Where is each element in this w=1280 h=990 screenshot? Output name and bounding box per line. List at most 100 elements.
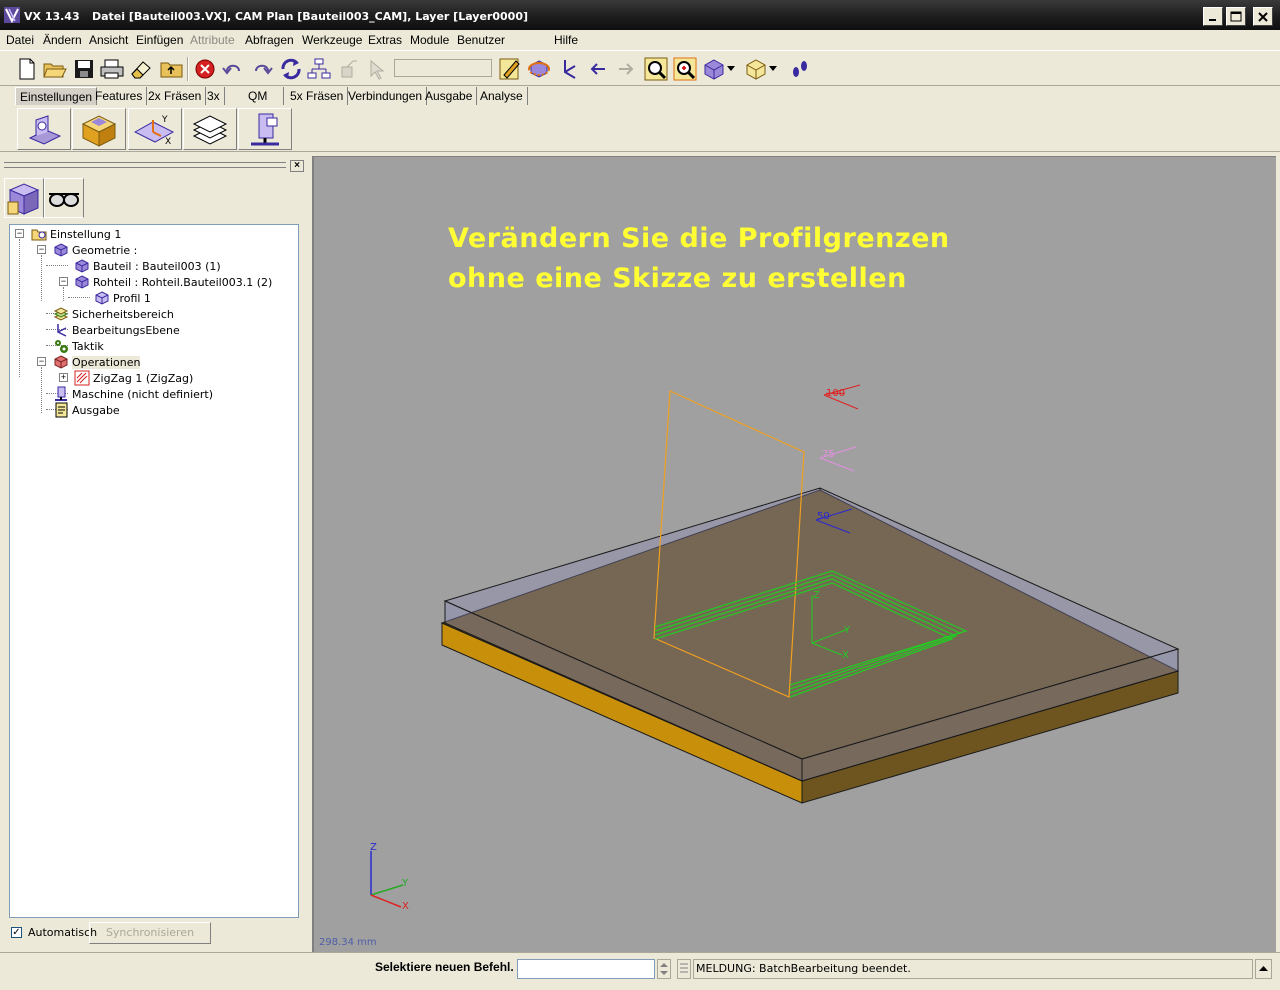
tree-node-operationen[interactable]: Operationen	[53, 354, 141, 370]
message-log-button[interactable]	[677, 959, 691, 979]
local-axis-x-label: X	[842, 650, 849, 661]
sketch-button[interactable]	[498, 57, 522, 81]
minimize-icon	[1209, 19, 1216, 21]
wireframe-dropdown[interactable]	[768, 57, 778, 81]
cancel-button[interactable]	[193, 57, 217, 81]
tab-2x-fraesen[interactable]: 2x Fräsen	[144, 87, 207, 105]
printer-icon	[100, 59, 124, 79]
expand-toggle[interactable]: −	[15, 229, 24, 238]
menu-abfragen[interactable]: Abfragen	[245, 33, 294, 47]
message-scroll-button[interactable]	[1255, 959, 1272, 979]
folder-up-icon	[160, 62, 183, 78]
tab-5x-fraesen[interactable]: 5x Fräsen	[286, 87, 349, 105]
maximize-button[interactable]	[1226, 7, 1246, 26]
tab-analyse[interactable]: Analyse	[476, 87, 528, 105]
tree-node-profil[interactable]: Profil 1	[94, 290, 151, 306]
machine-button[interactable]	[238, 108, 292, 150]
panel-tab-cam-manager[interactable]	[4, 178, 44, 218]
save-button[interactable]	[72, 57, 96, 81]
machining-plane-button[interactable]: YX	[128, 108, 182, 150]
redo-button[interactable]	[250, 57, 274, 81]
tab-ausgabe[interactable]: Ausgabe	[421, 87, 478, 105]
menu-einfuegen[interactable]: Einfügen	[136, 33, 183, 47]
rotate-cube-icon	[528, 60, 550, 78]
world-axis-x-label: X	[402, 901, 409, 912]
wireframe-button[interactable]	[744, 57, 768, 81]
tree-node-rohteil[interactable]: Rohteil : Rohteil.Bauteil003.1 (2)	[74, 274, 272, 290]
toolbar-field[interactable]	[394, 59, 492, 77]
undo-button[interactable]	[221, 57, 245, 81]
forward-button[interactable]	[614, 57, 638, 81]
view-cube-button[interactable]	[702, 57, 726, 81]
tree-node-ausgabe[interactable]: Ausgabe	[53, 402, 120, 418]
tab-einstellungen[interactable]: Einstellungen	[15, 87, 98, 105]
auto-checkbox[interactable]: ✓	[11, 927, 22, 938]
tab-verbindungen[interactable]: Verbindungen	[344, 87, 428, 105]
local-axis-z-label: Z	[813, 590, 820, 601]
close-button[interactable]	[1253, 7, 1273, 26]
tree-node-label: Rohteil : Rohteil.Bauteil003.1 (2)	[93, 275, 273, 289]
tree-node-bearbeitungsebene[interactable]: BearbeitungsEbene	[53, 322, 180, 338]
tree-node-maschine[interactable]: Maschine (nicht definiert)	[53, 386, 213, 402]
minimize-button[interactable]	[1203, 7, 1223, 26]
tree-node-einstellung[interactable]: Einstellung 1	[31, 226, 121, 242]
panel-grip[interactable]	[4, 162, 286, 168]
arrow-left-icon	[590, 63, 605, 75]
stock-cube-icon	[75, 275, 89, 289]
part-setup-button[interactable]	[17, 108, 71, 150]
erase-button[interactable]	[129, 57, 153, 81]
3d-viewport[interactable]: Z Y X 100 75 50 Z Y X Verändern Sie die …	[312, 156, 1276, 952]
tree-node-sicherheitsbereich[interactable]: Sicherheitsbereich	[53, 306, 174, 322]
tree-node-geometrie[interactable]: Geometrie :	[53, 242, 137, 258]
height-label-100: 100	[826, 388, 845, 399]
stock-setup-button[interactable]	[72, 108, 126, 150]
app-version: VX 13.43	[24, 10, 80, 23]
disabled-pointer-button[interactable]	[364, 57, 388, 81]
folder-up-button[interactable]	[160, 57, 184, 81]
tab-features[interactable]: Features	[91, 87, 148, 105]
menu-module[interactable]: Module	[410, 33, 449, 47]
menu-benutzer[interactable]: Benutzer	[457, 33, 505, 47]
menu-attribute[interactable]: Attribute	[190, 33, 235, 47]
tree-node-zigzag[interactable]: ZigZag 1 (ZigZag)	[74, 370, 193, 386]
tab-3x[interactable]: 3x	[203, 87, 225, 105]
panel-tab-view[interactable]	[44, 178, 84, 218]
layer-stack-icon	[192, 115, 228, 145]
zoom-all-button[interactable]	[644, 57, 668, 81]
tree-node-bauteil[interactable]: Bauteil : Bauteil003 (1)	[74, 258, 221, 274]
cam-manager-icon	[7, 183, 40, 215]
menu-aendern[interactable]: Ändern	[43, 33, 82, 47]
menu-ansicht[interactable]: Ansicht	[89, 33, 128, 47]
tree-node-label: Ausgabe	[72, 403, 120, 417]
open-button[interactable]	[43, 57, 67, 81]
expand-toggle[interactable]: −	[59, 277, 68, 286]
part-cube-icon	[75, 259, 89, 273]
panel-close-button[interactable]: ×	[290, 160, 304, 172]
tab-qm[interactable]: QM	[244, 87, 284, 105]
command-spinner[interactable]	[657, 959, 671, 979]
menu-extras[interactable]: Extras	[368, 33, 402, 47]
menu-hilfe[interactable]: Hilfe	[554, 33, 578, 47]
layers-button[interactable]	[183, 108, 237, 150]
zoom-window-button[interactable]	[673, 57, 697, 81]
menu-werkzeuge[interactable]: Werkzeuge	[302, 33, 362, 47]
walk-button[interactable]	[788, 57, 812, 81]
back-button[interactable]	[586, 57, 610, 81]
synchronize-button[interactable]: Synchronisieren	[89, 922, 211, 944]
history-tree-button[interactable]	[307, 57, 331, 81]
command-input[interactable]	[517, 959, 655, 979]
new-file-button[interactable]	[15, 57, 39, 81]
regenerate-button[interactable]	[279, 57, 303, 81]
expand-toggle[interactable]: +	[59, 373, 68, 382]
profile-cube-icon	[95, 291, 109, 305]
expand-toggle[interactable]: −	[37, 357, 46, 366]
menu-datei[interactable]: Datei	[6, 33, 34, 47]
tree-node-label: Profil 1	[113, 291, 151, 305]
view-cube-dropdown[interactable]	[726, 57, 736, 81]
axis-button[interactable]	[556, 57, 580, 81]
print-button[interactable]	[100, 57, 124, 81]
disabled-tool-button[interactable]	[336, 57, 360, 81]
tree-node-taktik[interactable]: Taktik	[53, 338, 104, 354]
expand-toggle[interactable]: −	[37, 245, 46, 254]
rotate-view-button[interactable]	[527, 57, 551, 81]
